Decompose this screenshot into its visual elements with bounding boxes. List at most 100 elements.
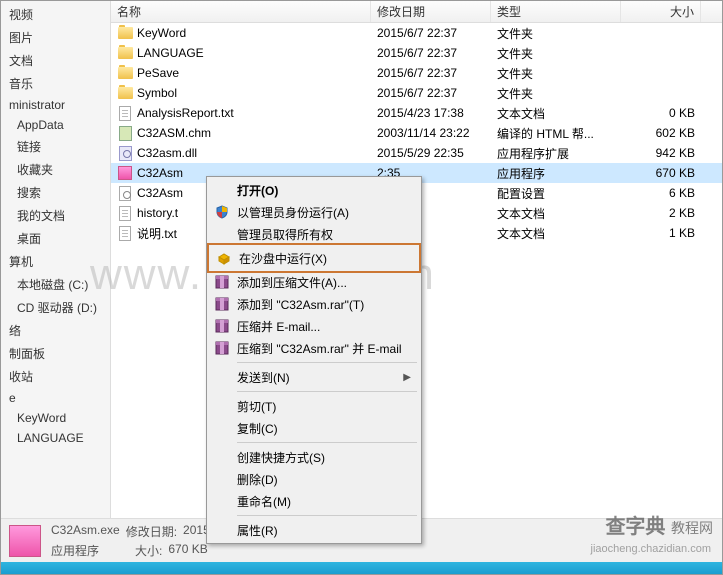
file-name: LANGUAGE xyxy=(137,46,204,60)
sidebar-item[interactable]: 链接 xyxy=(1,135,110,158)
sidebar-item[interactable]: 络 xyxy=(1,319,110,342)
file-type: 应用程序扩展 xyxy=(491,145,621,162)
chm-icon xyxy=(117,125,133,141)
file-size: 2 KB xyxy=(621,206,701,220)
sidebar-item[interactable]: LANGUAGE xyxy=(1,428,110,448)
menu-compress-rar-email[interactable]: 压缩到 "C32Asm.rar" 并 E-mail xyxy=(209,337,419,359)
col-type[interactable]: 类型 xyxy=(491,1,621,22)
rar-icon xyxy=(213,295,231,313)
sidebar-item[interactable]: 文档 xyxy=(1,49,110,72)
file-row[interactable]: LANGUAGE 2015/6/7 22:37文件夹 xyxy=(111,43,722,63)
file-row[interactable]: C32ASM.chm 2003/11/14 23:22编译的 HTML 帮...6… xyxy=(111,123,722,143)
sidebar-item[interactable]: 搜索 xyxy=(1,181,110,204)
menu-delete[interactable]: 删除(D) xyxy=(209,468,419,490)
menu-take-ownership[interactable]: 管理员取得所有权 xyxy=(209,223,419,245)
status-size-value: 670 KB xyxy=(168,542,207,559)
file-date: 2003/11/14 23:22 xyxy=(371,126,491,140)
file-date: 2015/6/7 22:37 xyxy=(371,46,491,60)
sidebar-item[interactable]: 桌面 xyxy=(1,227,110,250)
col-name[interactable]: 名称 xyxy=(111,1,371,22)
menu-properties[interactable]: 属性(R) xyxy=(209,519,419,541)
file-type: 文件夹 xyxy=(491,45,621,62)
sidebar-item[interactable]: 收站 xyxy=(1,365,110,388)
file-size: 602 KB xyxy=(621,126,701,140)
sidebar-item[interactable]: 视频 xyxy=(1,3,110,26)
file-row[interactable]: PeSave2015/6/7 22:37文件夹 xyxy=(111,63,722,83)
taskbar xyxy=(1,562,722,574)
txt-icon xyxy=(117,105,133,121)
menu-open[interactable]: 打开(O) xyxy=(209,179,419,201)
dll-icon xyxy=(117,145,133,161)
exe-icon xyxy=(9,525,41,557)
status-type: 应用程序 xyxy=(51,542,99,559)
sidebar-item[interactable]: 算机 xyxy=(1,250,110,273)
menu-add-to-rar[interactable]: 添加到 "C32Asm.rar"(T) xyxy=(209,293,419,315)
file-row[interactable]: Symbol2015/6/7 22:37文件夹 xyxy=(111,83,722,103)
col-size[interactable]: 大小 xyxy=(621,1,701,22)
menu-compress-email[interactable]: 压缩并 E-mail... xyxy=(209,315,419,337)
menu-cut[interactable]: 剪切(T) xyxy=(209,395,419,417)
file-row[interactable]: AnalysisReport.txt2015/4/23 17:38文本文档0 K… xyxy=(111,103,722,123)
file-type: 配置设置 xyxy=(491,185,621,202)
file-name: C32Asm xyxy=(137,166,183,180)
sidebar-item[interactable]: KeyWord xyxy=(1,408,110,428)
file-date: 2015/4/23 17:38 xyxy=(371,106,491,120)
file-size: 0 KB xyxy=(621,106,701,120)
shield-icon xyxy=(213,203,231,221)
ini-icon xyxy=(117,185,133,201)
sidebar-item[interactable]: 我的文档 xyxy=(1,204,110,227)
menu-copy[interactable]: 复制(C) xyxy=(209,417,419,439)
file-date: 2015/6/7 22:37 xyxy=(371,86,491,100)
file-row[interactable]: C32asm.dll 2015/5/29 22:35应用程序扩展942 KB xyxy=(111,143,722,163)
folder-icon xyxy=(117,85,133,101)
txt-icon xyxy=(117,225,133,241)
folder-icon xyxy=(117,45,133,61)
file-type: 文件夹 xyxy=(491,65,621,82)
menu-create-shortcut[interactable]: 创建快捷方式(S) xyxy=(209,446,419,468)
sidebar-item[interactable]: 图片 xyxy=(1,26,110,49)
file-type: 编译的 HTML 帮... xyxy=(491,125,621,142)
rar-icon xyxy=(213,317,231,335)
menu-separator xyxy=(237,391,417,392)
menu-run-in-sandbox[interactable]: 在沙盘中运行(X) xyxy=(211,247,417,269)
menu-run-as-admin[interactable]: 以管理员身份运行(A) xyxy=(209,201,419,223)
file-type: 文本文档 xyxy=(491,225,621,242)
status-date-label: 修改日期: xyxy=(126,523,177,540)
file-row[interactable]: KeyWord2015/6/7 22:37文件夹 xyxy=(111,23,722,43)
sidebar: 视频 图片 文档 音乐 ministrator AppData 链接 收藏夹 搜… xyxy=(1,1,111,518)
sidebar-item[interactable]: 收藏夹 xyxy=(1,158,110,181)
menu-separator xyxy=(237,362,417,363)
col-date[interactable]: 修改日期 xyxy=(371,1,491,22)
file-name: C32asm.dll xyxy=(137,146,197,160)
file-date: 2015/5/29 22:35 xyxy=(371,146,491,160)
status-filename: C32Asm.exe xyxy=(51,523,120,540)
chevron-right-icon: ▶ xyxy=(403,372,411,383)
menu-add-to-archive[interactable]: 添加到压缩文件(A)... xyxy=(209,271,419,293)
file-date: 2015/6/7 22:37 xyxy=(371,26,491,40)
folder-icon xyxy=(117,65,133,81)
file-date: 2015/6/7 22:37 xyxy=(371,66,491,80)
file-size: 1 KB xyxy=(621,226,701,240)
sidebar-item[interactable]: 音乐 xyxy=(1,72,110,95)
file-type: 文件夹 xyxy=(491,85,621,102)
file-name: C32ASM.chm xyxy=(137,126,211,140)
menu-separator xyxy=(237,442,417,443)
file-size: 942 KB xyxy=(621,146,701,160)
sidebar-item[interactable]: 本地磁盘 (C:) xyxy=(1,273,110,296)
menu-send-to[interactable]: 发送到(N)▶ xyxy=(209,366,419,388)
file-type: 文本文档 xyxy=(491,205,621,222)
sidebar-item[interactable]: CD 驱动器 (D:) xyxy=(1,296,110,319)
status-size-label: 大小: xyxy=(135,542,162,559)
exe-icon xyxy=(117,165,133,181)
menu-rename[interactable]: 重命名(M) xyxy=(209,490,419,512)
menu-separator xyxy=(237,515,417,516)
file-size: 6 KB xyxy=(621,186,701,200)
sidebar-item[interactable]: e xyxy=(1,388,110,408)
file-type: 应用程序 xyxy=(491,165,621,182)
sidebar-item[interactable]: ministrator xyxy=(1,95,110,115)
file-name: 说明.txt xyxy=(137,225,177,242)
sidebar-item[interactable]: 制面板 xyxy=(1,342,110,365)
sandbox-icon xyxy=(215,249,233,267)
file-name: C32Asm xyxy=(137,186,183,200)
sidebar-item[interactable]: AppData xyxy=(1,115,110,135)
